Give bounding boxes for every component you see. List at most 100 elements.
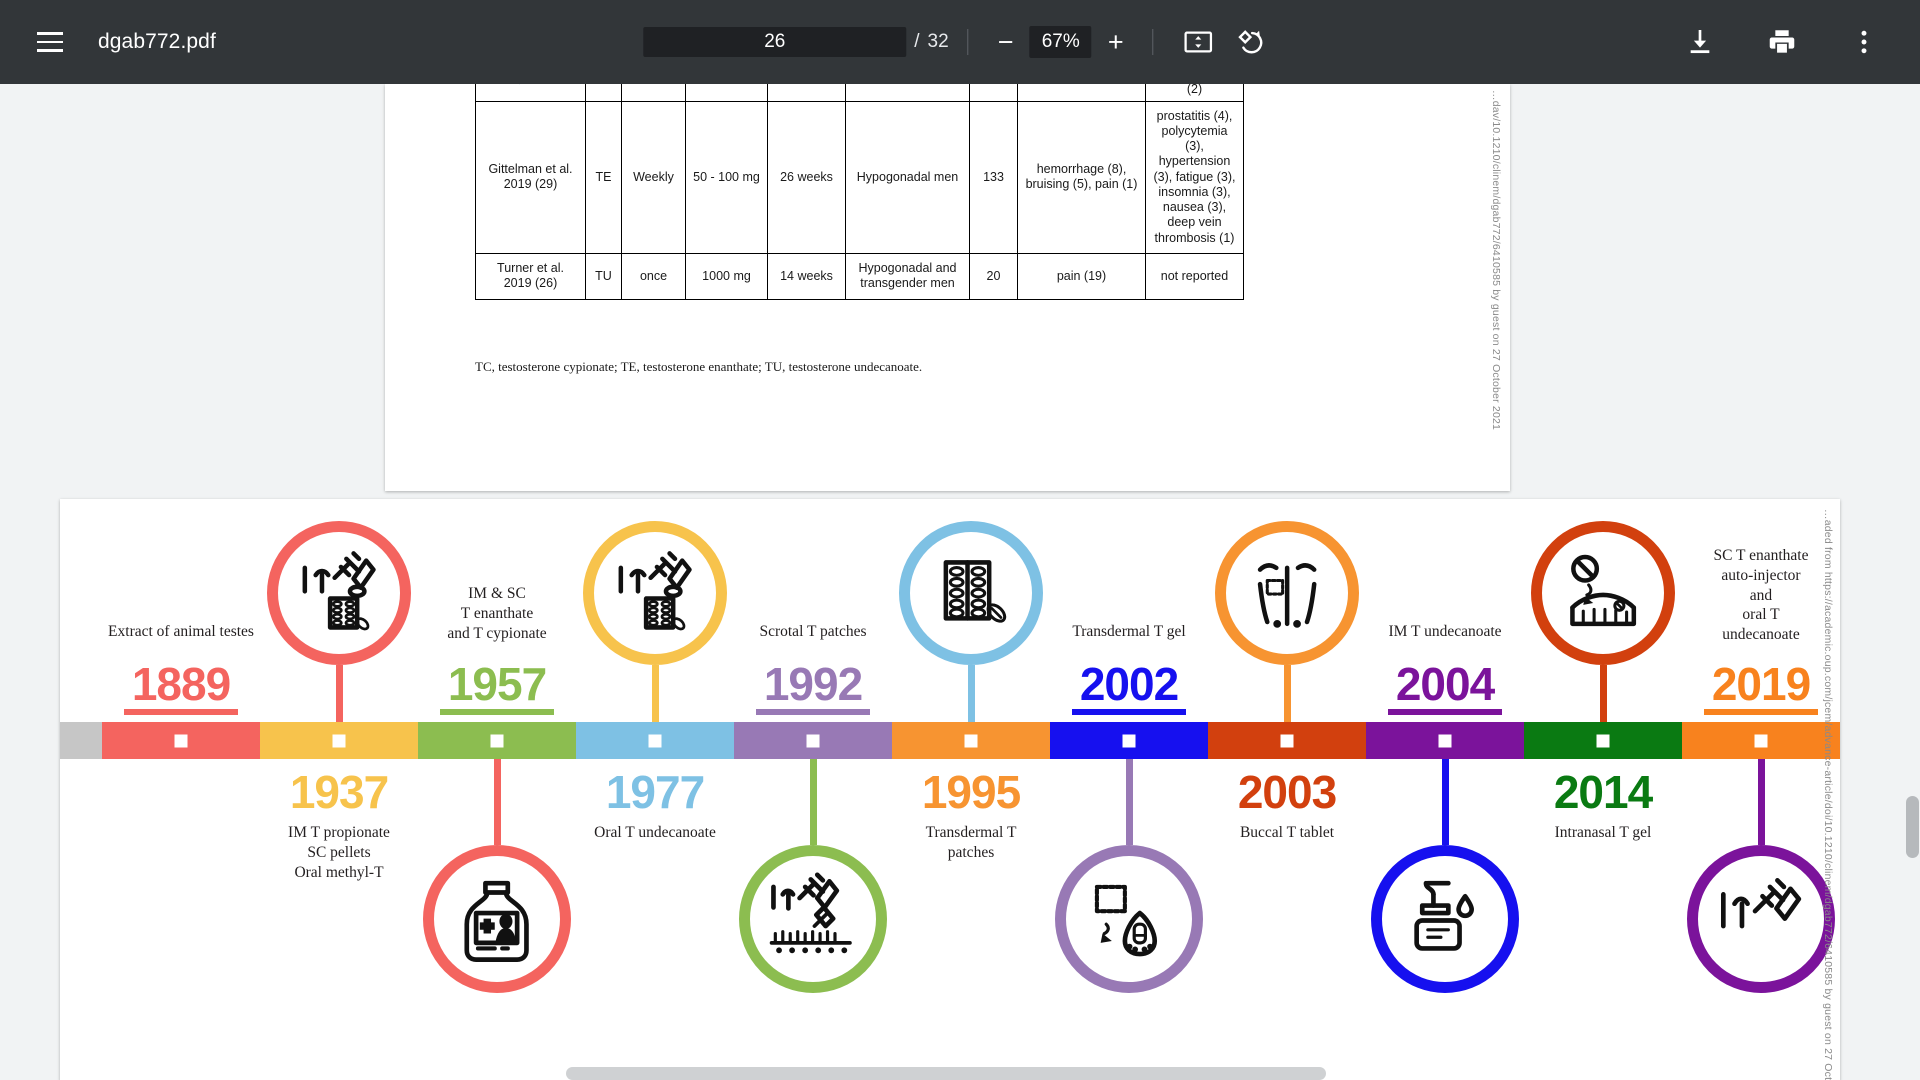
- cell-formulation: [585, 84, 622, 102]
- gel-pump-icon: [1398, 872, 1491, 965]
- cell-frequency: Weekly: [621, 100, 686, 254]
- timeline-bar-notch: [1596, 734, 1610, 747]
- page-zoom-controls: / 32 − 67% +: [643, 24, 1276, 60]
- pdf-page-26-timeline-figure: 1889 Extract of animal testes 1957 IM & SC…: [60, 499, 1840, 1080]
- timeline-bar-segment: [418, 722, 576, 759]
- cell-population: Hypogonadal and transgender men: [845, 252, 970, 300]
- timeline-node-circle[interactable]: [739, 845, 887, 993]
- rotate-icon[interactable]: [1235, 26, 1267, 58]
- timeline-year-underline: [914, 751, 1028, 757]
- timeline-stem: [1283, 665, 1291, 722]
- timeline-label: IM T undecanoate: [1388, 623, 1502, 640]
- cell-duration: 14 weeks: [767, 252, 846, 300]
- timeline-stem: [651, 665, 659, 722]
- timeline-year: 2003: [1237, 766, 1337, 818]
- cell-formulation: TU: [585, 252, 622, 300]
- timeline-year: 1937: [289, 766, 389, 818]
- torso-patch-icon: [1242, 548, 1332, 638]
- syringe-arm-icon: [1714, 872, 1807, 965]
- subcutaneous-injection-icon: [766, 872, 859, 965]
- timeline-year-underline: [440, 709, 554, 715]
- timeline-node-circle[interactable]: [1371, 845, 1519, 993]
- timeline-stem: [1599, 665, 1607, 722]
- timeline-year-underline: [1546, 751, 1660, 757]
- toolbar-right-actions: [1674, 26, 1890, 58]
- page-number-input[interactable]: [643, 27, 907, 57]
- timeline-bar-lead: [60, 722, 102, 759]
- timeline-bar-segment: [1050, 722, 1208, 759]
- zoom-out-button[interactable]: −: [988, 24, 1024, 60]
- page-b-source-watermark: …aded from https://academic.oup.com/jcem…: [1822, 509, 1834, 1080]
- timeline-year-underline: [282, 751, 396, 757]
- zoom-level-display[interactable]: 67%: [1029, 26, 1092, 58]
- timeline-year-underline: [756, 709, 870, 715]
- timeline-label: Intranasal T gel: [1554, 824, 1652, 841]
- timeline-year-underline: [1704, 709, 1818, 715]
- timeline-bar-notch: [648, 734, 662, 747]
- timeline-year: 1957: [447, 658, 547, 710]
- flask-portrait-icon: [450, 872, 543, 965]
- pill-blister-pack-icon: [926, 548, 1016, 638]
- timeline-bar-notch: [332, 734, 346, 747]
- table-row: Turner et al. 2019 (26) TU once 1000 mg …: [475, 252, 1244, 300]
- timeline-node-circle[interactable]: [1687, 845, 1835, 993]
- timeline-node-circle[interactable]: [1055, 845, 1203, 993]
- cell-frequency: once: [621, 252, 686, 300]
- injection-and-pill-pack-icon: [610, 548, 700, 638]
- timeline-bar-notch: [964, 734, 978, 747]
- timeline-label: Extract of animal testes: [108, 623, 254, 640]
- timeline-year: 2004: [1395, 658, 1495, 710]
- timeline-stem: [335, 665, 343, 722]
- timeline-node-circle[interactable]: [899, 521, 1043, 665]
- timeline-label: Transdermal T patches: [925, 824, 1017, 861]
- buccal-tablet-icon: [1558, 548, 1648, 638]
- cell-ae-systemic: prostate enlargement (2): [1145, 84, 1244, 102]
- cell-n: 20: [969, 252, 1018, 300]
- cell-population: [845, 84, 970, 102]
- hamburger-menu-icon[interactable]: [28, 20, 72, 64]
- print-icon[interactable]: [1766, 26, 1798, 58]
- page-a-source-watermark: …dav/10.1210/clinem/dgab772/6410585 by g…: [1490, 90, 1502, 431]
- cell-study: [475, 84, 586, 102]
- timeline-label: Scrotal T patches: [759, 623, 867, 640]
- timeline-label: Buccal T tablet: [1239, 824, 1335, 841]
- timeline-stem: [809, 759, 817, 845]
- table-row: Gittelman et al. 2019 (29) TE Weekly 50 …: [475, 100, 1244, 254]
- timeline-bar-segment: [1366, 722, 1524, 759]
- timeline-year: 1995: [921, 766, 1021, 818]
- timeline-year: 2014: [1553, 766, 1653, 818]
- download-icon[interactable]: [1684, 26, 1716, 58]
- timeline-label: Oral T undecanoate: [594, 824, 716, 841]
- timeline-bar-notch: [490, 734, 504, 747]
- timeline-year-underline: [598, 751, 712, 757]
- timeline-year: 2019: [1711, 658, 1811, 710]
- timeline-label: Transdermal T gel: [1072, 623, 1186, 640]
- table-footnote: TC, testosterone cypionate; TE, testoste…: [475, 359, 923, 374]
- timeline-stem: [1757, 759, 1765, 845]
- timeline-bar-notch: [1754, 734, 1768, 747]
- cell-dose: 1000 mg: [685, 252, 768, 300]
- page-separator: /: [914, 31, 920, 52]
- timeline-bar-notch: [1438, 734, 1452, 747]
- fit-to-page-icon[interactable]: [1183, 26, 1215, 58]
- vertical-scrollbar-track[interactable]: [1905, 84, 1920, 1080]
- zoom-in-button[interactable]: +: [1098, 24, 1134, 60]
- toolbar-divider-2: [1152, 29, 1154, 55]
- page-total: 32: [927, 31, 949, 52]
- vertical-scrollbar-thumb[interactable]: [1906, 796, 1919, 858]
- adverse-events-table: (5), pain (1) prostate enlargement (2) G…: [475, 84, 1244, 300]
- timeline-bar-segment: [102, 722, 260, 759]
- timeline-node-circle[interactable]: [1215, 521, 1359, 665]
- cell-population: Hypogonadal men: [845, 100, 970, 254]
- cell-study: Gittelman et al. 2019 (29): [475, 100, 586, 254]
- more-vertical-icon[interactable]: [1848, 26, 1880, 58]
- pdf-toolbar: dgab772.pdf / 32 − 67% +: [0, 0, 1920, 84]
- horizontal-scrollbar[interactable]: [566, 1067, 1326, 1080]
- timeline-year: 1977: [605, 766, 705, 818]
- timeline-year: 1889: [131, 658, 231, 710]
- timeline-year: 2002: [1079, 658, 1179, 710]
- timeline-year-underline: [124, 709, 238, 715]
- pdf-viewer[interactable]: Accep (5), pain (1) prostate enlargement…: [0, 84, 1920, 1080]
- cell-n: 133: [969, 100, 1018, 254]
- timeline-label: IM T propionate SC pellets Oral methyl-T: [288, 824, 390, 881]
